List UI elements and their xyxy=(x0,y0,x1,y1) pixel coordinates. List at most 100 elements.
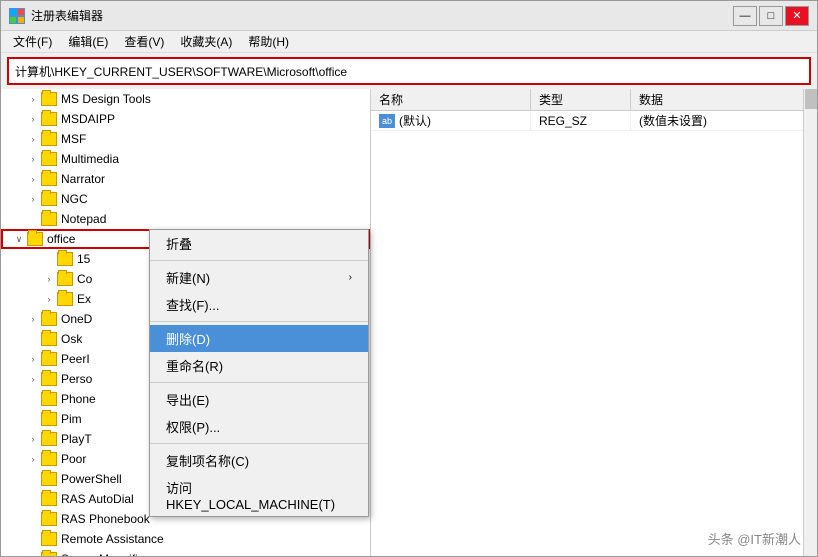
tree-label: NGC xyxy=(61,192,88,206)
expand-arrow: › xyxy=(41,271,57,287)
ctx-find[interactable]: 查找(F)... xyxy=(150,291,368,318)
ctx-label: 新建(N) xyxy=(166,268,210,287)
folder-icon xyxy=(57,272,73,286)
window-title: 注册表编辑器 xyxy=(31,7,103,24)
main-content: › MS Design Tools › MSDAIPP › MSF › Mul xyxy=(1,89,817,556)
tree-label: RAS AutoDial xyxy=(61,492,134,506)
expand-arrow: › xyxy=(25,171,41,187)
expand-arrow: › xyxy=(25,91,41,107)
tree-item-msf[interactable]: › MSF xyxy=(1,129,370,149)
tree-item-msdaipp[interactable]: › MSDAIPP xyxy=(1,109,370,129)
title-bar: 注册表编辑器 — □ ✕ xyxy=(1,1,817,31)
tree-label: OneD xyxy=(61,312,92,326)
ctx-label: 重命名(R) xyxy=(166,356,223,375)
expand-arrow: › xyxy=(25,151,41,167)
menu-view[interactable]: 查看(V) xyxy=(116,31,172,52)
tree-label: Phone xyxy=(61,392,96,406)
ctx-label: 查找(F)... xyxy=(166,295,219,314)
ctx-separator-1 xyxy=(150,260,368,261)
tree-label: RAS Phonebook xyxy=(61,512,150,526)
folder-icon xyxy=(41,192,57,206)
folder-icon xyxy=(41,212,57,226)
ctx-separator-3 xyxy=(150,382,368,383)
ctx-new[interactable]: 新建(N) › xyxy=(150,264,368,291)
tree-item-ngc[interactable]: › NGC xyxy=(1,189,370,209)
cell-type: REG_SZ xyxy=(531,111,631,130)
ctx-collapse[interactable]: 折叠 xyxy=(150,230,368,257)
folder-icon xyxy=(57,292,73,306)
tree-label: MS Design Tools xyxy=(61,92,151,106)
folder-icon xyxy=(27,232,43,246)
expand-arrow: › xyxy=(25,431,41,447)
expand-arrow: › xyxy=(25,451,41,467)
folder-icon xyxy=(41,492,57,506)
tree-label: Poor xyxy=(61,452,86,466)
tree-label: Notepad xyxy=(61,212,106,226)
cell-data: (数值未设置) xyxy=(631,111,803,130)
folder-icon xyxy=(41,112,57,126)
folder-icon xyxy=(57,252,73,266)
ctx-separator-2 xyxy=(150,321,368,322)
tree-label: 15 xyxy=(77,252,90,266)
watermark: 头条 @IT新潮人 xyxy=(708,529,801,548)
tree-item-notepad[interactable]: › Notepad xyxy=(1,209,370,229)
tree-label: Ex xyxy=(77,292,91,306)
table-row[interactable]: ab (默认) REG_SZ (数值未设置) xyxy=(371,111,803,131)
ctx-copy-key-name[interactable]: 复制项名称(C) xyxy=(150,447,368,474)
tree-label: Perso xyxy=(61,372,92,386)
ctx-label: 折叠 xyxy=(166,234,192,253)
folder-icon xyxy=(41,552,57,556)
tree-item-multimedia[interactable]: › Multimedia xyxy=(1,149,370,169)
tree-label: Pim xyxy=(61,412,82,426)
ctx-permissions[interactable]: 权限(P)... xyxy=(150,413,368,440)
ctx-label: 权限(P)... xyxy=(166,417,220,436)
tree-label: ScreenMagnifier xyxy=(61,552,148,556)
address-bar[interactable]: 计算机\HKEY_CURRENT_USER\SOFTWARE\Microsoft… xyxy=(7,57,811,85)
close-button[interactable]: ✕ xyxy=(785,6,809,26)
folder-icon xyxy=(41,432,57,446)
tree-label: PowerShell xyxy=(61,472,122,486)
tree-label: PlayT xyxy=(61,432,92,446)
registry-value-icon: ab xyxy=(379,114,395,128)
ctx-delete[interactable]: 删除(D) xyxy=(150,325,368,352)
expand-arrow: › xyxy=(25,111,41,127)
registry-name-label: (默认) xyxy=(399,112,431,129)
tree-item-screenmagnifier[interactable]: › ScreenMagnifier xyxy=(1,549,370,556)
cell-name: ab (默认) xyxy=(371,111,531,130)
ctx-label: 导出(E) xyxy=(166,390,209,409)
tree-label: PeerI xyxy=(61,352,90,366)
scrollbar-thumb[interactable] xyxy=(805,89,817,109)
menu-file[interactable]: 文件(F) xyxy=(5,31,60,52)
folder-icon xyxy=(41,92,57,106)
folder-icon xyxy=(41,512,57,526)
folder-icon xyxy=(41,312,57,326)
ctx-label: 删除(D) xyxy=(166,329,210,348)
menu-edit[interactable]: 编辑(E) xyxy=(60,31,116,52)
right-scrollbar[interactable] xyxy=(803,89,817,556)
ctx-export[interactable]: 导出(E) xyxy=(150,386,368,413)
minimize-button[interactable]: — xyxy=(733,6,757,26)
folder-icon xyxy=(41,132,57,146)
table-header: 名称 类型 数据 xyxy=(371,89,803,111)
menu-favorites[interactable]: 收藏夹(A) xyxy=(172,31,240,52)
ctx-rename[interactable]: 重命名(R) xyxy=(150,352,368,379)
expand-arrow: › xyxy=(25,351,41,367)
tree-label: Remote Assistance xyxy=(61,532,164,546)
expand-arrow: › xyxy=(25,131,41,147)
tree-item-narrator[interactable]: › Narrator xyxy=(1,169,370,189)
menu-help[interactable]: 帮助(H) xyxy=(240,31,297,52)
col-header-type: 类型 xyxy=(531,89,631,110)
folder-icon xyxy=(41,352,57,366)
tree-item-ms-design-tools[interactable]: › MS Design Tools xyxy=(1,89,370,109)
window-icon xyxy=(9,8,25,24)
tree-label: MSDAIPP xyxy=(61,112,115,126)
folder-icon xyxy=(41,532,57,546)
tree-label: Narrator xyxy=(61,172,105,186)
expand-arrow: › xyxy=(25,311,41,327)
maximize-button[interactable]: □ xyxy=(759,6,783,26)
tree-item-remote-assistance[interactable]: › Remote Assistance xyxy=(1,529,370,549)
tree-label: office xyxy=(47,232,75,246)
expand-arrow: › xyxy=(25,191,41,207)
ctx-access-local-machine[interactable]: 访问 HKEY_LOCAL_MACHINE(T) xyxy=(150,474,368,516)
ctx-separator-4 xyxy=(150,443,368,444)
